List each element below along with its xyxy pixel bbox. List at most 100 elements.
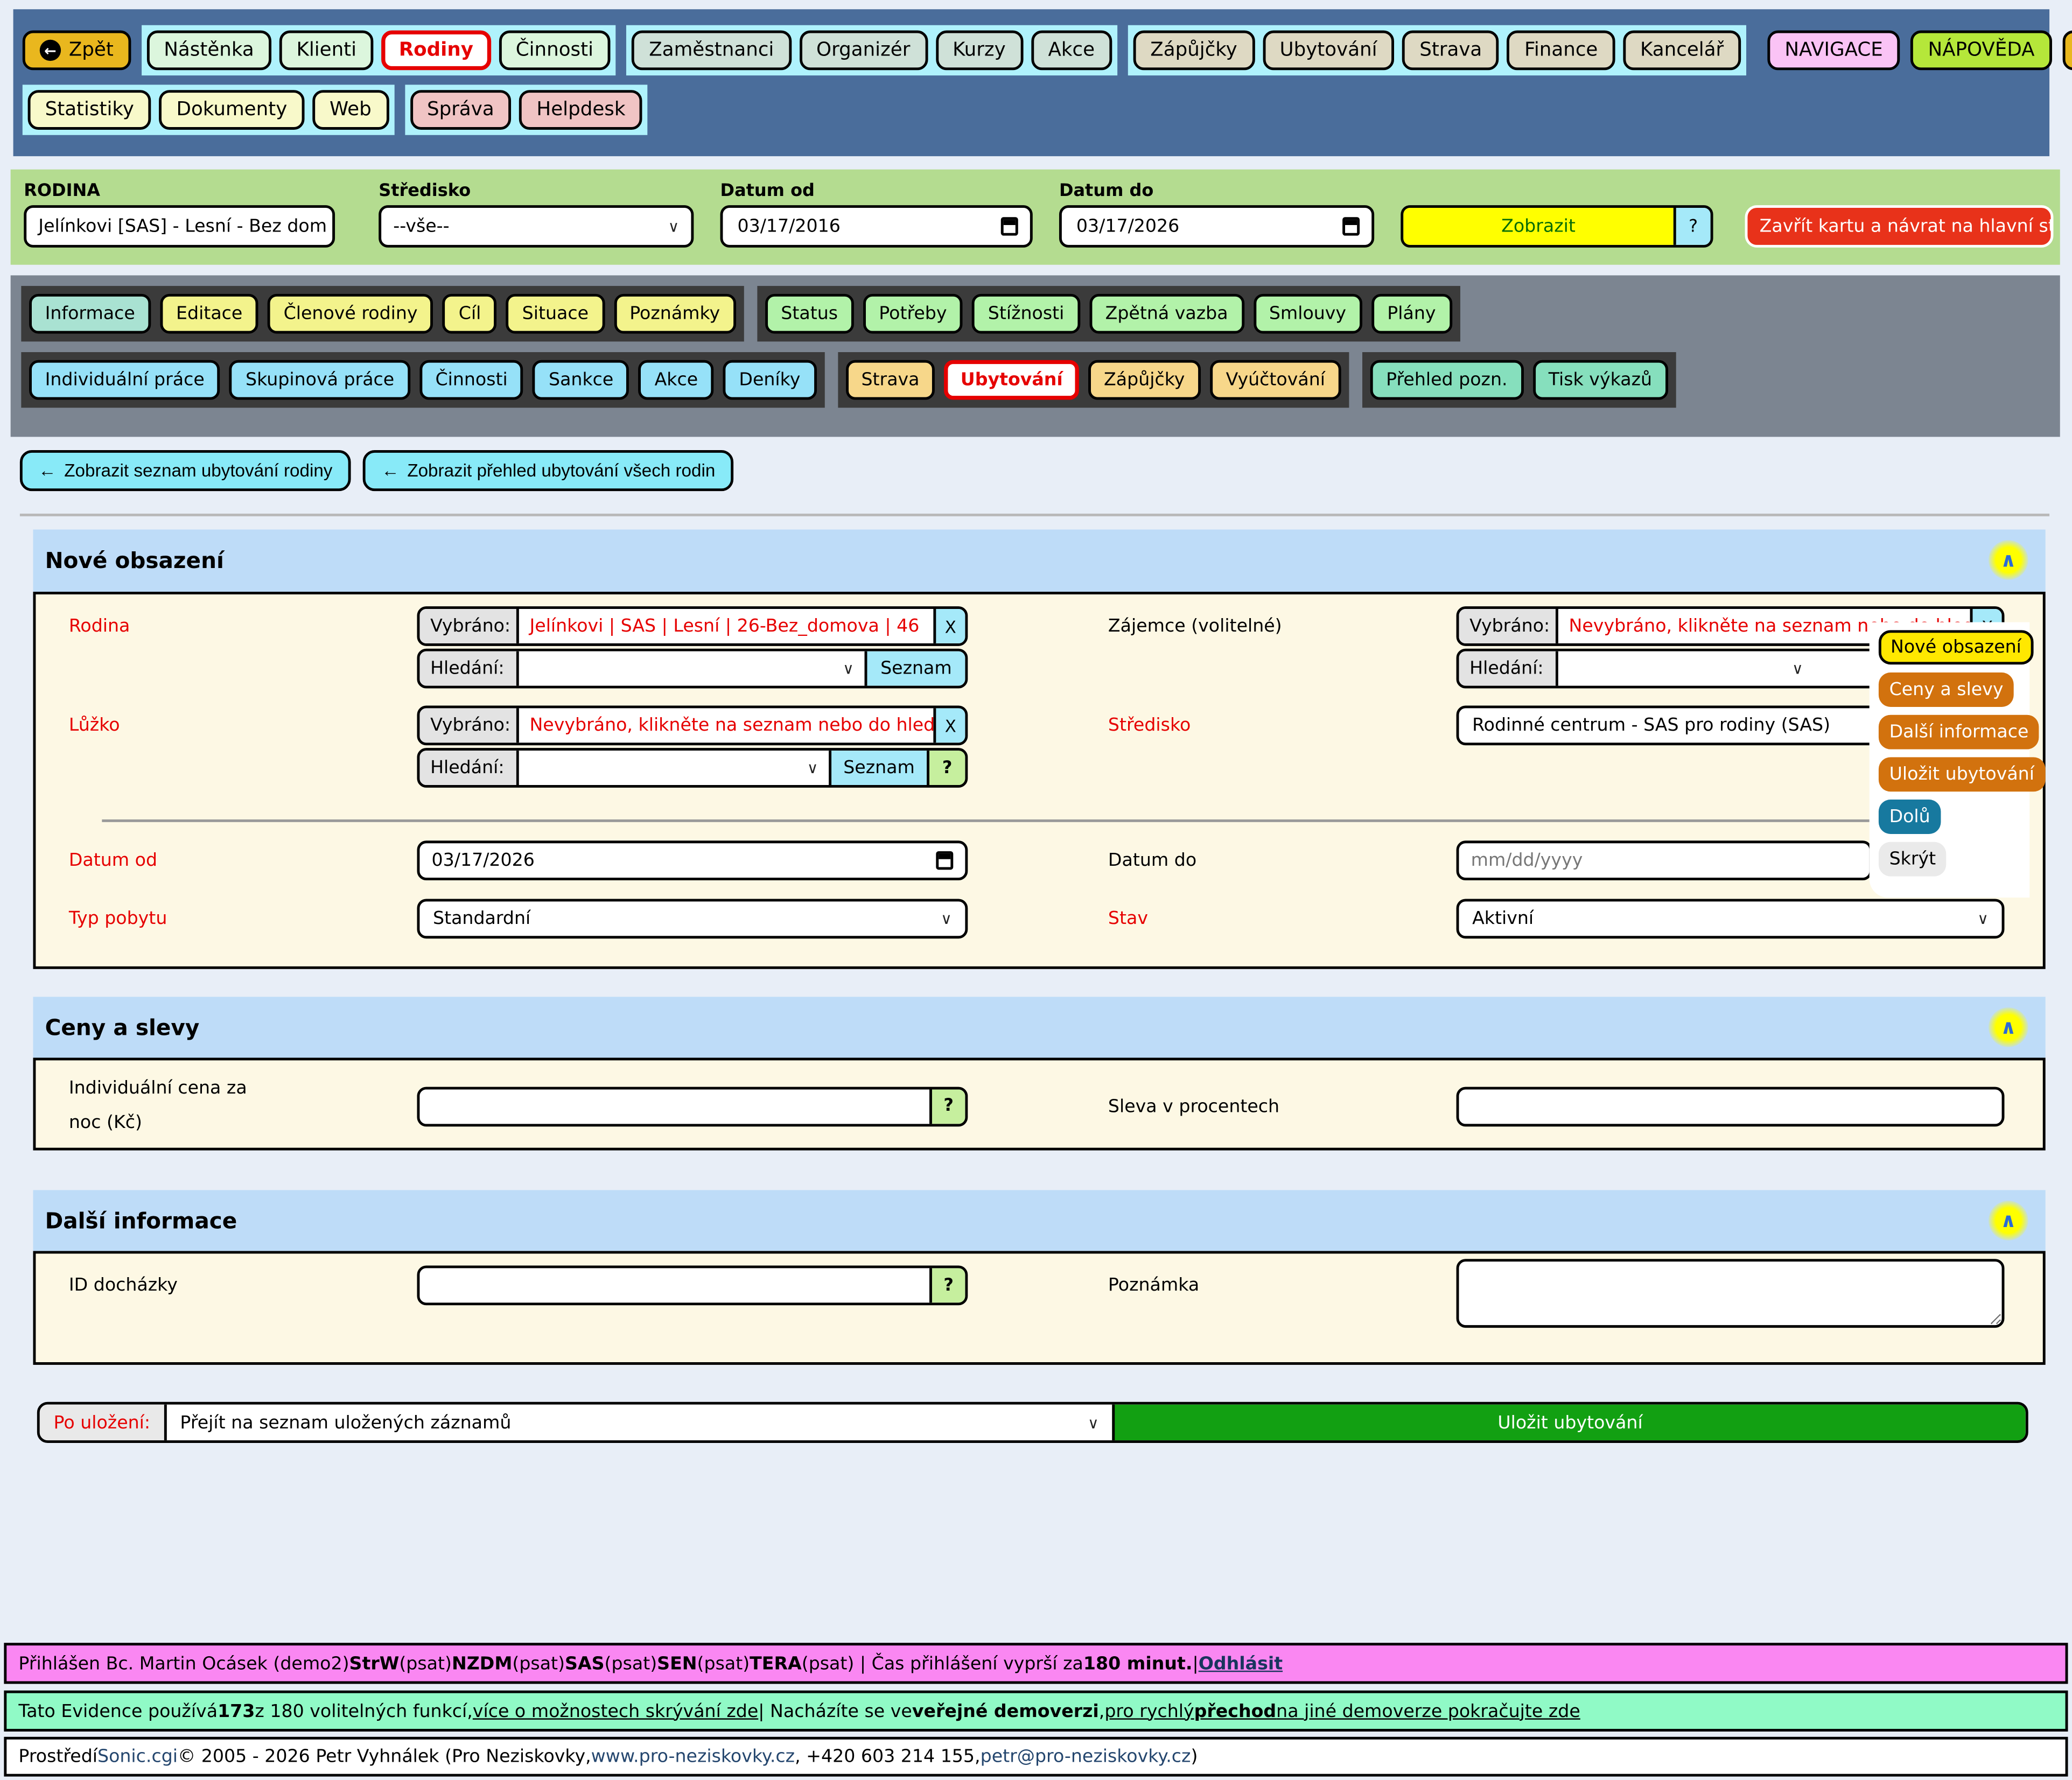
zobrazit-help-button[interactable]: ? bbox=[1674, 208, 1711, 245]
luzko-help-button[interactable]: ? bbox=[927, 751, 965, 785]
quickmenu-ulozit-ubytovani[interactable]: Uložit ubytování bbox=[1879, 757, 2045, 791]
tab-clenove-rodiny[interactable]: Členové rodiny bbox=[268, 294, 433, 334]
footer-link[interactable]: petr@pro-neziskovky.cz bbox=[981, 1746, 1191, 1767]
save-accommodation-button[interactable]: Uložit ubytování bbox=[1112, 1405, 2026, 1440]
nav-item-rodiny[interactable]: Rodiny bbox=[382, 31, 491, 71]
tab-zapujcky[interactable]: Zápůjčky bbox=[1088, 360, 1201, 400]
calendar-icon[interactable] bbox=[1342, 217, 1360, 235]
stredisko-value: Rodinné centrum - SAS pro rodiny (SAS) bbox=[1472, 715, 1830, 736]
poznamka-textarea[interactable] bbox=[1457, 1259, 2005, 1328]
datum-do-filter-input[interactable] bbox=[1074, 214, 1332, 238]
close-card-button[interactable]: Zavřít kartu a návrat na hlavní strá bbox=[1745, 205, 2054, 248]
footer-text: Přihlášen Bc. Martin Ocásek (demo2) bbox=[18, 1653, 349, 1674]
nav-item-klienti[interactable]: Klienti bbox=[279, 31, 374, 71]
po-ulozeni-select[interactable]: Přejít na seznam uložených záznamů ∨ bbox=[167, 1405, 1112, 1440]
tab-prehled-pozn[interactable]: Přehled pozn. bbox=[1370, 360, 1523, 400]
nav-item-akce[interactable]: Akce bbox=[1031, 31, 1112, 71]
show-family-accommodation-list-button[interactable]: ← Zobrazit seznam ubytování rodiny bbox=[20, 450, 351, 491]
tab-status[interactable]: Status bbox=[765, 294, 854, 334]
tab-plany[interactable]: Plány bbox=[1371, 294, 1452, 334]
datum-do-filter-input-box bbox=[1059, 205, 1374, 248]
odhlasit-button[interactable]: ODHLÁSIT bbox=[2062, 31, 2072, 71]
footer-link[interactable]: Sonic.cgi bbox=[97, 1746, 178, 1767]
luzko-clear-button[interactable]: X bbox=[933, 708, 965, 742]
rodina-seznam-button[interactable]: Seznam bbox=[865, 651, 965, 686]
nav-item-statistiky[interactable]: Statistiky bbox=[28, 90, 151, 130]
footer-text: na jiné demoverze pokračujte zde bbox=[1276, 1700, 1580, 1721]
tab-deniky[interactable]: Deníky bbox=[723, 360, 816, 400]
id-dochazky-help-button[interactable]: ? bbox=[929, 1268, 965, 1302]
tab-sankce[interactable]: Sankce bbox=[533, 360, 629, 400]
nav-item-kancelar[interactable]: Kancelář bbox=[1623, 31, 1741, 71]
tab-editace[interactable]: Editace bbox=[160, 294, 258, 334]
stredisko-filter-label: Středisko bbox=[379, 181, 471, 201]
luzko-search-select[interactable]: ∨ bbox=[519, 751, 829, 785]
footer-link[interactable]: www.pro-neziskovky.cz bbox=[591, 1746, 795, 1767]
nav-item-nastenka[interactable]: Nástěnka bbox=[146, 31, 271, 71]
back-button[interactable]: ← Zpět bbox=[23, 31, 131, 71]
typ-pobytu-select[interactable]: Standardní ∨ bbox=[417, 899, 968, 938]
id-dochazky-input[interactable] bbox=[419, 1268, 929, 1302]
napoveda-button[interactable]: NÁPOVĚDA bbox=[1910, 31, 2052, 71]
datum-od-filter-input[interactable] bbox=[735, 214, 991, 238]
navigace-button[interactable]: NAVIGACE bbox=[1767, 31, 1900, 71]
individualni-cena-input[interactable] bbox=[419, 1089, 929, 1124]
nav-item-web[interactable]: Web bbox=[312, 90, 389, 130]
po-ulozeni-label: Po uložení: bbox=[40, 1405, 167, 1440]
tab-situace[interactable]: Situace bbox=[506, 294, 604, 334]
quickmenu-ceny-a-slevy[interactable]: Ceny a slevy bbox=[1879, 672, 2014, 707]
show-all-accommodation-overview-button[interactable]: ← Zobrazit přehled ubytování všech rodin bbox=[363, 450, 734, 491]
stav-select[interactable]: Aktivní ∨ bbox=[1457, 899, 2005, 938]
stredisko-filter-select[interactable]: --vše-- ∨ bbox=[379, 205, 694, 248]
nav-item-helpdesk[interactable]: Helpdesk bbox=[519, 90, 642, 130]
quickmenu-skryt[interactable]: Skrýt bbox=[1879, 842, 1947, 877]
rodina-clear-button[interactable]: X bbox=[933, 609, 965, 643]
nav-item-cinnosti[interactable]: Činnosti bbox=[499, 31, 611, 71]
calendar-icon[interactable] bbox=[1001, 217, 1018, 235]
tab-stiznosti[interactable]: Stížnosti bbox=[972, 294, 1080, 334]
rodina-filter-select[interactable]: Jelínkovi [SAS] - Lesní - Bez dom bbox=[24, 205, 335, 248]
tab-vyuctovani[interactable]: Vyúčtování bbox=[1210, 360, 1341, 400]
tab-strava[interactable]: Strava bbox=[845, 360, 935, 400]
sleva-input[interactable] bbox=[1457, 1087, 2005, 1126]
nav-item-zapujcky[interactable]: Zápůjčky bbox=[1133, 31, 1254, 71]
zajemce-search-select[interactable]: ∨ bbox=[1558, 651, 1901, 686]
tab-tisk-vykazu[interactable]: Tisk výkazů bbox=[1532, 360, 1668, 400]
individualni-cena-help-button[interactable]: ? bbox=[929, 1089, 965, 1124]
zobrazit-button[interactable]: Zobrazit bbox=[1403, 208, 1674, 245]
nav-item-finance[interactable]: Finance bbox=[1507, 31, 1615, 71]
nav-item-kurzy[interactable]: Kurzy bbox=[935, 31, 1023, 71]
tab-akce[interactable]: Akce bbox=[639, 360, 714, 400]
quickmenu-nove-obsazeni[interactable]: Nové obsazení bbox=[1879, 630, 2033, 664]
tab-zpetna-vazba[interactable]: Zpětná vazba bbox=[1089, 294, 1244, 334]
tab-cil[interactable]: Cíl bbox=[443, 294, 497, 334]
section-title: Nové obsazení bbox=[45, 548, 224, 573]
quickmenu-dolu[interactable]: Dolů bbox=[1879, 800, 1941, 834]
nav-item-zamestnanci[interactable]: Zaměstnanci bbox=[632, 31, 791, 71]
tab-informace[interactable]: Informace bbox=[29, 294, 151, 334]
datum-od-input[interactable] bbox=[432, 850, 926, 871]
tab-skupinova-prace[interactable]: Skupinová práce bbox=[230, 360, 410, 400]
rodina-search-select[interactable]: ∨ bbox=[519, 651, 865, 686]
tab-potreby[interactable]: Potřeby bbox=[863, 294, 963, 334]
nav-item-sprava[interactable]: Správa bbox=[410, 90, 512, 130]
nav-group-web: Statistiky Dokumenty Web bbox=[23, 85, 394, 135]
tab-poznamky[interactable]: Poznámky bbox=[614, 294, 736, 334]
quickmenu-dalsi-informace[interactable]: Další informace bbox=[1879, 715, 2039, 749]
tab-group-services: Strava Ubytování Zápůjčky Vyúčtování bbox=[837, 352, 1349, 408]
footer-link[interactable]: Odhlásit bbox=[1199, 1653, 1283, 1674]
tab-smlouvy[interactable]: Smlouvy bbox=[1253, 294, 1362, 334]
tab-cinnosti[interactable]: Činnosti bbox=[419, 360, 523, 400]
tab-ubytovani[interactable]: Ubytování bbox=[944, 360, 1079, 400]
collapse-icon[interactable]: ∧ bbox=[1989, 1007, 2028, 1047]
nav-item-strava[interactable]: Strava bbox=[1402, 31, 1499, 71]
nav-item-organizer[interactable]: Organizér bbox=[799, 31, 927, 71]
calendar-icon[interactable] bbox=[936, 851, 953, 870]
collapse-icon[interactable]: ∧ bbox=[1989, 540, 2028, 580]
nav-item-dokumenty[interactable]: Dokumenty bbox=[159, 90, 305, 130]
luzko-seznam-button[interactable]: Seznam bbox=[829, 751, 927, 785]
collapse-icon[interactable]: ∧ bbox=[1989, 1201, 2028, 1241]
nav-item-ubytovani[interactable]: Ubytování bbox=[1263, 31, 1395, 71]
datum-do-input[interactable] bbox=[1471, 850, 1858, 871]
tab-individualni-prace[interactable]: Individuální práce bbox=[29, 360, 220, 400]
